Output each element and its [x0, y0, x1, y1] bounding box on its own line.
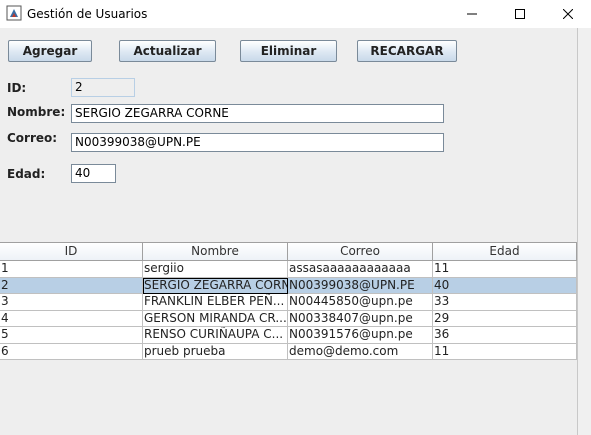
cell-id[interactable]: 2 — [0, 277, 143, 294]
id-label: ID: — [7, 81, 27, 95]
minimize-icon — [467, 13, 477, 15]
cell-edad[interactable]: 40 — [433, 277, 577, 294]
name-label: Nombre: — [7, 105, 66, 119]
table-row-selected[interactable]: 2 SERGIO ZEGARRA CORNE N00399038@UPN.PE … — [0, 277, 577, 294]
cell-edad[interactable]: 11 — [433, 261, 577, 278]
title-bar[interactable]: Gestión de Usuarios — [0, 0, 591, 28]
cell-nombre[interactable]: FRANKLIN ELBER PEÑ... — [143, 294, 288, 311]
column-header-nombre[interactable]: Nombre — [143, 242, 288, 261]
cell-id[interactable]: 3 — [0, 294, 143, 311]
age-field[interactable]: 40 — [71, 164, 116, 183]
cell-nombre[interactable]: SERGIO ZEGARRA CORNE — [143, 277, 288, 294]
cell-correo[interactable]: N00399038@UPN.PE — [288, 277, 433, 294]
cell-correo[interactable]: N00445850@upn.pe — [288, 294, 433, 311]
close-icon — [563, 9, 573, 19]
id-field[interactable]: 2 — [71, 78, 135, 97]
column-header-correo[interactable]: Correo — [288, 242, 433, 261]
age-label: Edad: — [7, 167, 46, 181]
main-panel: Agregar Actualizar Eliminar RECARGAR ID:… — [0, 28, 578, 435]
maximize-button[interactable] — [497, 0, 543, 28]
delete-button[interactable]: Eliminar — [240, 40, 337, 62]
cell-id[interactable]: 4 — [0, 310, 143, 327]
cell-id[interactable]: 5 — [0, 327, 143, 344]
java-app-icon — [6, 5, 22, 21]
table-row[interactable]: 5 RENSO CURIÑAUPA C... N00391576@upn.pe … — [0, 327, 577, 344]
cell-edad[interactable]: 29 — [433, 310, 577, 327]
table-row[interactable]: 1 sergiio assasaaaaaaaaaaaa 11 — [0, 261, 577, 278]
table-header: ID Nombre Correo Edad — [0, 242, 577, 261]
table-row[interactable]: 3 FRANKLIN ELBER PEÑ... N00445850@upn.pe… — [0, 294, 577, 311]
column-header-edad[interactable]: Edad — [433, 242, 577, 261]
table-row[interactable]: 4 GERSON MIRANDA CR... N00338407@upn.pe … — [0, 310, 577, 327]
cell-id[interactable]: 6 — [0, 343, 143, 360]
add-button[interactable]: Agregar — [8, 40, 92, 62]
cell-nombre[interactable]: RENSO CURIÑAUPA C... — [143, 327, 288, 344]
window-right-border — [577, 28, 591, 435]
cell-nombre[interactable]: prueb prueba — [143, 343, 288, 360]
cell-edad[interactable]: 11 — [433, 343, 577, 360]
close-button[interactable] — [545, 0, 591, 28]
cell-correo[interactable]: N00338407@upn.pe — [288, 310, 433, 327]
cell-nombre[interactable]: sergiio — [143, 261, 288, 278]
cell-correo[interactable]: assasaaaaaaaaaaaa — [288, 261, 433, 278]
cell-id[interactable]: 1 — [0, 261, 143, 278]
minimize-button[interactable] — [449, 0, 495, 28]
name-field[interactable]: SERGIO ZEGARRA CORNE — [71, 104, 444, 123]
reload-button[interactable]: RECARGAR — [357, 40, 457, 62]
table-row[interactable]: 6 prueb prueba demo@demo.com 11 — [0, 343, 577, 360]
cell-edad[interactable]: 33 — [433, 294, 577, 311]
email-field[interactable]: N00399038@UPN.PE — [71, 133, 444, 152]
column-header-id[interactable]: ID — [0, 242, 143, 261]
cell-nombre[interactable]: GERSON MIRANDA CR... — [143, 310, 288, 327]
cell-edad[interactable]: 36 — [433, 327, 577, 344]
update-button[interactable]: Actualizar — [119, 40, 216, 62]
cell-correo[interactable]: N00391576@upn.pe — [288, 327, 433, 344]
cell-correo[interactable]: demo@demo.com — [288, 343, 433, 360]
maximize-icon — [515, 9, 525, 19]
window-title: Gestión de Usuarios — [27, 7, 148, 21]
email-label: Correo: — [7, 131, 58, 145]
users-table[interactable]: ID Nombre Correo Edad 1 sergiio assasaaa… — [0, 242, 578, 360]
